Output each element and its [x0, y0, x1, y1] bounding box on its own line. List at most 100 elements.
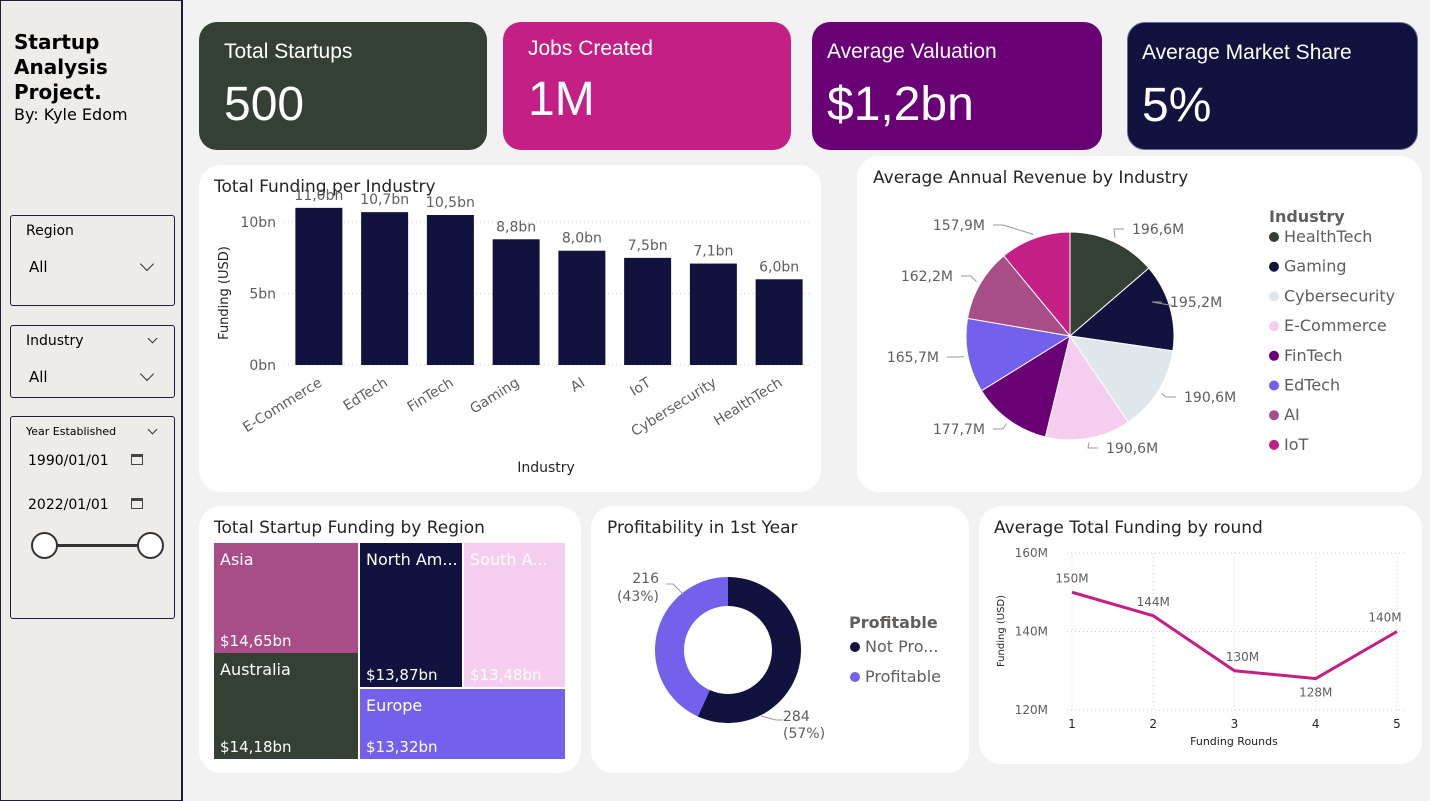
legend-label: Cybersecurity	[1284, 286, 1395, 305]
data-label: 10,7bn	[360, 192, 409, 208]
data-label: 195,2M	[1170, 295, 1222, 311]
calendar-icon[interactable]	[131, 454, 143, 465]
kpi-title: Average Valuation	[827, 40, 997, 63]
bar	[558, 250, 606, 365]
y-tick-label: 0bn	[249, 358, 276, 374]
x-axis-label: Industry	[517, 460, 575, 476]
legend-marker	[1269, 380, 1279, 391]
tile-value: $13,32bn	[366, 738, 438, 756]
data-label: 128M	[1299, 686, 1332, 700]
x-tick-label: E-Commerce	[240, 375, 325, 436]
leader-line	[1113, 228, 1124, 238]
x-tick-label: 1	[1068, 717, 1076, 731]
legend-label: FinTech	[1284, 346, 1342, 365]
bar	[426, 215, 474, 365]
leader-line	[961, 275, 977, 283]
leader-line	[666, 583, 684, 595]
funding-by-round-card: Average Total Funding by round 120M 140M 1…	[979, 506, 1422, 764]
region-slicer-value[interactable]: All	[29, 258, 48, 276]
legend-marker	[1269, 321, 1279, 332]
data-label: 216	[632, 571, 659, 587]
kpi-value: $1,2bn	[827, 78, 974, 131]
industry-slicer[interactable]: Industry All	[10, 325, 175, 398]
kpi-value: 5%	[1142, 79, 1212, 132]
legend-label: Not Pro...	[865, 637, 938, 656]
tile-label: Europe	[366, 696, 423, 715]
x-tick-label: 2	[1149, 717, 1157, 731]
y-tick-label: 140M	[1015, 625, 1048, 639]
chevron-down-icon[interactable]	[147, 333, 158, 344]
y-tick-label: 120M	[1015, 703, 1048, 717]
x-tick-label: Gaming	[467, 375, 522, 418]
bar	[755, 279, 803, 365]
industry-slicer-label: Industry	[26, 333, 84, 349]
kpi-average-valuation: Average Valuation $1,2bn	[812, 22, 1102, 150]
kpi-total-startups: Total Startups 500	[199, 22, 487, 150]
kpi-title: Total Startups	[224, 40, 353, 63]
treemap-tile: North Am... $13,87bn	[360, 543, 462, 687]
treemap-tile: South A... $13,48bn	[464, 543, 565, 687]
kpi-title: Jobs Created	[528, 37, 653, 60]
year-range-slider[interactable]	[45, 544, 151, 547]
revenue-pie-chart: 196,6M 195,2M 190,6M 190,6M 177,7M 165,7M 162,…	[887, 207, 1395, 457]
x-tick-label: 3	[1231, 717, 1239, 731]
legend-marker	[1269, 350, 1279, 361]
project-title-line: Analysis	[14, 55, 108, 79]
tile-value: $13,87bn	[366, 666, 438, 684]
y-axis-label: Funding (USD)	[996, 595, 1007, 667]
data-label: 140M	[1368, 611, 1401, 625]
legend-label: E-Commerce	[1284, 316, 1387, 335]
year-established-slicer[interactable]: Year Established	[10, 416, 175, 619]
percent-label: (57%)	[783, 726, 825, 742]
chevron-down-icon[interactable]	[147, 424, 158, 435]
project-title-line: Startup	[14, 30, 100, 54]
legend-label: Profitable	[865, 667, 941, 686]
legend-label: AI	[1284, 405, 1300, 424]
chevron-down-icon[interactable]	[139, 256, 155, 272]
legend-marker	[1269, 232, 1279, 242]
percent-label: (43%)	[617, 589, 659, 605]
slider-start-handle[interactable]	[31, 532, 58, 559]
data-label: 7,1bn	[693, 244, 733, 260]
profitability-card: Profitability in 1st Year 284 (57%) 216 (43…	[591, 506, 969, 773]
tile-label: Australia	[220, 660, 291, 679]
tile-label: North Am...	[366, 550, 458, 569]
kpi-value: 500	[224, 78, 305, 131]
filter-sidebar: Startup Analysis Project. By: Kyle Edom …	[0, 0, 183, 801]
x-tick-label: HealthTech	[711, 375, 785, 430]
data-label: 190,6M	[1106, 441, 1158, 457]
leader-line	[1087, 442, 1098, 449]
region-slicer[interactable]: Region All	[10, 215, 175, 306]
project-author: By: Kyle Edom	[14, 105, 128, 124]
end-date-input[interactable]: 2022/01/01	[28, 497, 109, 513]
legend-marker	[1269, 261, 1279, 272]
legend-marker	[1269, 410, 1279, 421]
data-label: 196,6M	[1132, 222, 1184, 238]
bar	[492, 239, 540, 365]
tile-value: $13,48bn	[470, 666, 542, 684]
data-label: 8,0bn	[562, 231, 602, 247]
y-tick-label: 10bn	[240, 215, 276, 231]
calendar-icon[interactable]	[131, 498, 143, 509]
data-label: 8,8bn	[496, 219, 536, 235]
start-date-input[interactable]: 1990/01/01	[28, 453, 109, 469]
x-tick-label: IoT	[627, 375, 654, 400]
project-title-line: Project.	[14, 80, 102, 104]
region-slicer-label: Region	[26, 223, 74, 239]
tile-label: Asia	[220, 550, 254, 569]
legend-label: HealthTech	[1284, 227, 1372, 246]
x-tick-label: AI	[568, 375, 588, 396]
data-label: 150M	[1055, 571, 1088, 585]
treemap-tile: Australia $14,18bn	[214, 653, 358, 759]
data-label: 11,0bn	[294, 188, 343, 204]
leader-line	[993, 423, 1007, 430]
funding-line-chart: 120M 140M 160M Funding (USD) 150M 1 144M 2 130M 3…	[996, 546, 1407, 748]
industry-slicer-value[interactable]: All	[29, 368, 48, 386]
slider-end-handle[interactable]	[137, 532, 164, 559]
x-tick-label: 5	[1393, 717, 1401, 731]
funding-bar-chart: 0bn 5bn 10bn Funding (USD) 11,0bn E-Commerce 1…	[217, 188, 811, 476]
tile-label: South A...	[470, 550, 548, 569]
x-tick-label: EdTech	[341, 375, 391, 415]
chevron-down-icon[interactable]	[139, 366, 155, 382]
kpi-jobs-created: Jobs Created 1M	[503, 22, 791, 150]
